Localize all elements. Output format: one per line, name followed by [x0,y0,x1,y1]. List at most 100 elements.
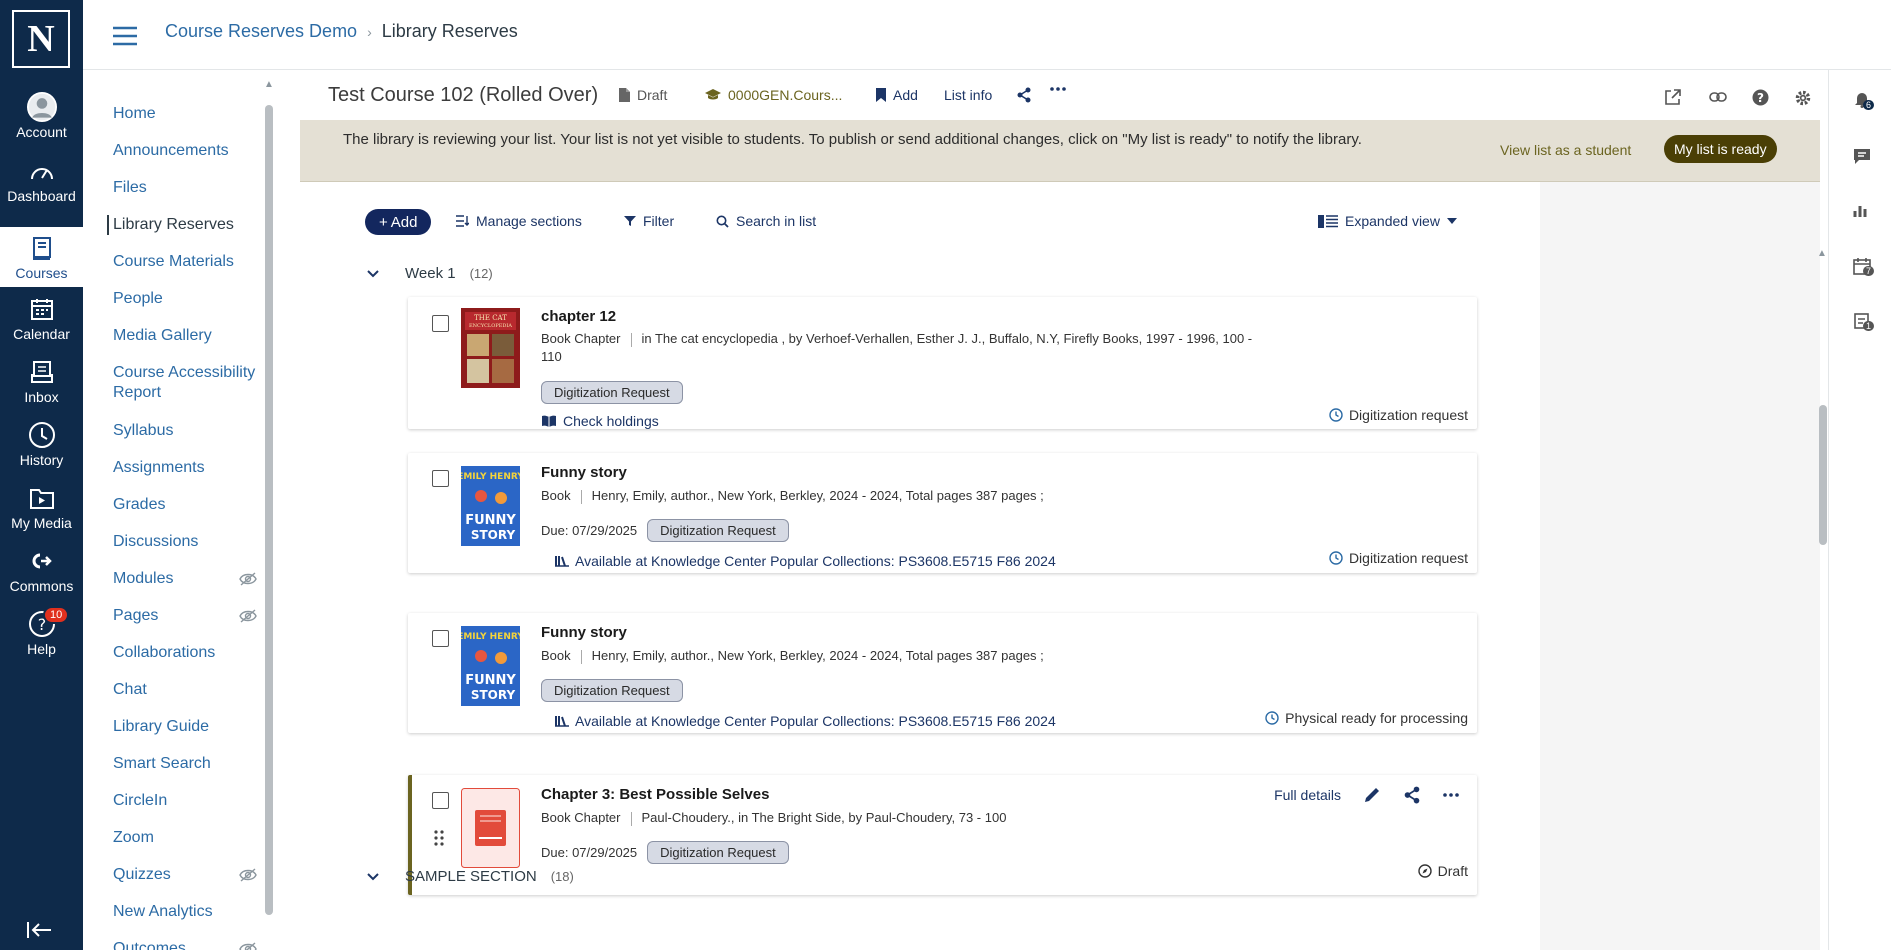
cnav-library-guide[interactable]: Library Guide [113,717,209,737]
section-sample-count: (18) [550,869,574,884]
gnav-help[interactable]: ? 10 Help [0,603,83,663]
full-details-link[interactable]: Full details [1274,787,1341,803]
add-bookmark-button[interactable]: Add [875,87,918,103]
drag-handle-icon[interactable] [434,830,444,846]
gnav-inbox[interactable]: Inbox [0,351,83,411]
section-sample-header[interactable]: SAMPLE SECTION (18) [367,868,574,885]
list-item[interactable]: THE CAT ENCYCLOPEDIA chapter 12 Book Chap… [408,297,1477,429]
item-type: Book Chapter [541,331,621,346]
scroll-up-arrow-icon[interactable]: ▲ [1817,248,1827,259]
cnav-files[interactable]: Files [113,178,147,198]
item-title[interactable]: chapter 12 [541,308,616,325]
cnav-discussions[interactable]: Discussions [113,532,198,552]
item-title[interactable]: Funny story [541,624,627,641]
manage-sections-button[interactable]: Manage sections [455,213,582,229]
cnav-course-materials[interactable]: Course Materials [113,252,234,272]
scrollbar-thumb[interactable] [265,105,273,915]
cnav-outcomes[interactable]: Outcomes [113,939,186,950]
list-info-button[interactable]: List info [944,87,992,103]
chevron-down-icon[interactable] [367,269,379,278]
cnav-new-analytics[interactable]: New Analytics [113,902,213,922]
gnav-account[interactable]: Account [0,86,83,146]
tasks-icon[interactable]: 1 [1853,312,1875,331]
help-circle-icon[interactable]: ? [1752,89,1769,106]
university-logo[interactable]: N [12,10,70,68]
item-title[interactable]: Chapter 3: Best Possible Selves [541,786,769,803]
cnav-quizzes[interactable]: Quizzes [113,865,171,885]
section-week-1-header[interactable]: Week 1 (12) [367,265,493,282]
cnav-circlein[interactable]: CircleIn [113,791,167,811]
view-mode-dropdown[interactable]: Expanded view [1318,213,1457,229]
notifications-bell-icon[interactable]: 6 [1853,90,1875,110]
gnav-my-media[interactable]: My Media [0,477,83,537]
library-books-icon [555,555,569,567]
cnav-media-gallery[interactable]: Media Gallery [113,326,212,346]
list-title: Test Course 102 (Rolled Over) [328,84,599,106]
gnav-dashboard[interactable]: Dashboard [0,150,83,210]
search-in-list-button[interactable]: Search in list [716,213,816,229]
item-actions: Full details [1274,786,1459,804]
link-icon[interactable] [1709,91,1727,103]
cnav-collaborations[interactable]: Collaborations [113,643,215,663]
list-item[interactable]: EMILY HENRY FUNNYSTORY Funny story Book He… [408,453,1477,573]
course-nav-scrollbar[interactable]: ▲ [264,79,274,915]
settings-gear-icon[interactable] [1794,89,1812,107]
course-code-link[interactable]: 0000GEN.Cours... [704,87,842,103]
gnav-history-label: History [19,452,64,468]
collapse-nav-icon[interactable] [26,920,54,940]
scroll-up-arrow-icon[interactable]: ▲ [264,79,274,90]
share-icon[interactable] [1403,786,1421,804]
open-external-icon[interactable] [1664,89,1681,106]
item-status: Physical ready for processing [1265,710,1468,726]
share-icon[interactable] [1016,87,1032,103]
draft-status-label: Draft [637,87,668,103]
course-code-label: 0000GEN.Cours... [728,87,843,103]
cnav-assignments[interactable]: Assignments [113,458,205,478]
more-options-icon[interactable] [1050,87,1066,91]
cnav-library-reserves[interactable]: Library Reserves [107,215,234,235]
cnav-grades[interactable]: Grades [113,495,165,515]
filter-button[interactable]: Filter [624,213,674,229]
availability-link[interactable]: Available at Knowledge Center Popular Co… [555,713,1056,729]
item-checkbox[interactable] [432,470,449,487]
expanded-view-icon [1318,214,1338,228]
edit-pencil-icon[interactable] [1363,786,1381,804]
more-options-icon[interactable] [1443,793,1459,797]
cnav-people[interactable]: People [113,289,163,309]
chevron-down-icon[interactable] [367,872,379,881]
gnav-courses[interactable]: Courses [0,227,83,287]
item-title[interactable]: Funny story [541,464,627,481]
calendar-check-icon[interactable]: 7 [1853,257,1875,276]
list-scrollbar[interactable]: ▲ [1817,248,1827,890]
item-checkbox[interactable] [432,792,449,809]
cnav-course-accessibility-report[interactable]: Course Accessibility Report [113,363,263,403]
gnav-calendar[interactable]: Calendar [0,288,83,348]
gnav-inbox-label: Inbox [24,389,59,405]
cnav-modules[interactable]: Modules [113,569,173,589]
view-as-student-link[interactable]: View list as a student [1500,142,1631,158]
breadcrumb-course-link[interactable]: Course Reserves Demo [165,21,357,42]
item-checkbox[interactable] [432,630,449,647]
item-checkbox[interactable] [432,315,449,332]
availability-link[interactable]: Available at Knowledge Center Popular Co… [555,553,1056,569]
cnav-chat[interactable]: Chat [113,680,147,700]
scrollbar-thumb[interactable] [1819,405,1827,545]
my-list-ready-button[interactable]: My list is ready [1664,135,1777,163]
cnav-home[interactable]: Home [113,104,156,124]
clock-icon [1329,408,1343,422]
cnav-pages[interactable]: Pages [113,606,158,626]
list-item[interactable]: EMILY HENRY FUNNYSTORY Funny story Book He… [408,613,1477,733]
chat-bubble-icon[interactable] [1853,147,1871,165]
hamburger-menu-icon[interactable] [112,26,138,46]
gnav-history[interactable]: History [0,414,83,474]
check-holdings-link[interactable]: Check holdings [541,413,659,429]
cnav-syllabus[interactable]: Syllabus [113,421,173,441]
list-panel: + Add Manage sections Filter Search in l… [300,182,1540,950]
hidden-eye-icon [239,868,257,882]
analytics-bar-icon[interactable] [1853,203,1869,219]
cnav-zoom[interactable]: Zoom [113,828,154,848]
cnav-smart-search[interactable]: Smart Search [113,754,211,774]
cnav-announcements[interactable]: Announcements [113,141,229,161]
add-item-button[interactable]: + Add [365,209,432,235]
gnav-commons[interactable]: Commons [0,540,83,600]
